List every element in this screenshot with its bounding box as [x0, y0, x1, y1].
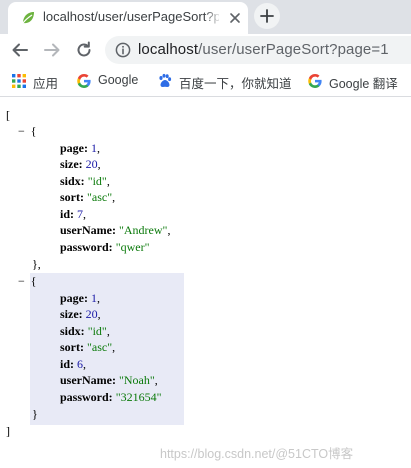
bookmark-label: 应用: [33, 77, 59, 91]
property-row: page: 1,: [60, 291, 100, 305]
property-row: sort: "asc",: [60, 190, 116, 204]
baidu-paw-icon: [159, 73, 172, 87]
close-icon[interactable]: [227, 10, 243, 26]
property-value: 20: [85, 157, 98, 171]
property-row: id: 7,: [60, 207, 87, 221]
object-close: },: [32, 257, 41, 271]
plus-icon: [260, 9, 274, 23]
object-close: }: [32, 407, 38, 421]
tab-strip: localhost/user/userPageSort?p: [0, 0, 411, 34]
reload-button[interactable]: [72, 38, 96, 62]
property-value: "id": [87, 324, 107, 338]
property-row: userName: "Andrew",: [60, 223, 171, 237]
property-value: "321654": [115, 390, 162, 404]
array-close-bracket: ]: [6, 424, 10, 438]
reload-icon: [77, 41, 91, 57]
property-value: "Andrew": [118, 223, 168, 237]
forward-button[interactable]: [40, 38, 64, 62]
property-row: id: 6,: [60, 357, 87, 371]
property-value: "qwer": [115, 240, 150, 254]
property-row: sidx: "id",: [60, 324, 110, 338]
property-row: size: 20,: [60, 157, 101, 171]
object-row[interactable]: − {: [18, 123, 37, 139]
browser-toolbar: localhost/user/userPageSort?page=1: [0, 34, 411, 66]
property-row: password: "qwer": [60, 240, 150, 254]
bookmark-label: 百度一下，你就知道: [179, 77, 292, 91]
url-path: /user/userPageSort?page=1: [198, 41, 389, 58]
tab-title-fade: [204, 6, 222, 30]
property-row: sort: "asc",: [60, 340, 116, 354]
google-g-icon: [77, 74, 91, 88]
address-bar[interactable]: localhost/user/userPageSort?page=1: [105, 36, 411, 64]
arrow-right-icon: [44, 43, 60, 57]
property-value: "Noah": [118, 373, 155, 387]
url-text[interactable]: localhost/user/userPageSort?page=1: [138, 41, 389, 58]
collapse-toggle[interactable]: −: [18, 274, 25, 288]
apps-grid-icon: [12, 74, 26, 88]
property-value: "id": [87, 174, 107, 188]
spring-leaf-icon: [22, 12, 34, 24]
json-viewer: [ − { page: 1, size: 20, sidx: "id", sor…: [0, 97, 411, 468]
info-icon[interactable]: [115, 42, 131, 58]
property-row: page: 1,: [60, 141, 100, 155]
property-value: 1: [91, 291, 97, 305]
property-value: 1: [91, 141, 97, 155]
property-row: sidx: "id",: [60, 174, 110, 188]
browser-tab[interactable]: localhost/user/userPageSort?p: [8, 2, 248, 34]
arrow-left-icon: [12, 43, 28, 57]
new-tab-button[interactable]: [254, 3, 280, 29]
property-value: "asc": [87, 340, 113, 354]
collapse-toggle[interactable]: −: [18, 124, 25, 138]
google-g-icon: [308, 74, 322, 88]
watermark: https://blog.csdn.net/@51CTO博客: [160, 447, 354, 461]
bookmarks-bar: 应用 Google 百度一下，你就知道 Google 翻译: [0, 66, 411, 97]
property-value: 20: [85, 307, 98, 321]
bookmark-label: Google: [98, 73, 139, 87]
property-value: 6: [77, 357, 84, 371]
tab-title: localhost/user/userPageSort?p: [43, 9, 219, 24]
object-row[interactable]: − {: [18, 273, 37, 289]
property-value: "asc": [87, 190, 113, 204]
bookmark-label: Google 翻译: [329, 77, 398, 91]
property-row: password: "321654": [60, 390, 162, 404]
property-value: 7: [77, 207, 84, 221]
property-row: userName: "Noah",: [60, 373, 158, 387]
array-open-bracket: [: [6, 108, 10, 122]
url-host: localhost: [138, 41, 199, 58]
property-row: size: 20,: [60, 307, 101, 321]
back-button[interactable]: [8, 38, 32, 62]
